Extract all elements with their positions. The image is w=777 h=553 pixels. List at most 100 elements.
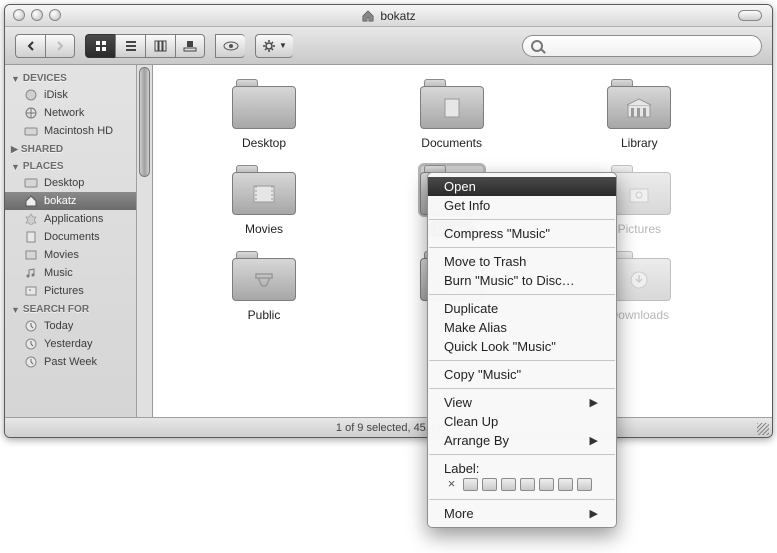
menu-separator [429, 294, 615, 295]
sidebar-item-desktop[interactable]: Desktop [5, 174, 136, 192]
sidebar-item-music[interactable]: Music [5, 264, 136, 282]
back-button[interactable] [15, 34, 45, 58]
sidebar-section-shared[interactable]: ▶SHARED [5, 140, 136, 157]
menu-item-view[interactable]: View▶ [428, 393, 616, 412]
forward-button[interactable] [45, 34, 75, 58]
submenu-arrow-icon: ▶ [590, 507, 598, 520]
clock-icon [23, 356, 38, 369]
menu-item-get-info[interactable]: Get Info [428, 196, 616, 215]
sidebar-section-places[interactable]: ▼PLACES [5, 157, 136, 174]
music-icon [23, 267, 38, 280]
downloads-icon [625, 267, 653, 293]
view-list-button[interactable] [115, 34, 145, 58]
window-body: ▼DEVICES iDisk Network Macintosh HD ▶SHA… [5, 65, 772, 417]
pictures-icon [23, 285, 38, 298]
chevron-right-icon [55, 41, 65, 51]
minimize-button[interactable] [31, 9, 43, 21]
quicklook-seg [215, 34, 245, 58]
idisk-icon [23, 89, 38, 102]
label-swatch-1[interactable] [463, 478, 478, 491]
disclosure-triangle-icon: ▼ [11, 74, 20, 84]
search-input[interactable] [549, 40, 753, 52]
search-field[interactable] [522, 35, 762, 57]
menu-separator [429, 219, 615, 220]
menu-item-move-to-trash[interactable]: Move to Trash [428, 252, 616, 271]
view-icon-button[interactable] [85, 34, 115, 58]
submenu-arrow-icon: ▶ [590, 434, 598, 447]
chevron-left-icon [26, 41, 36, 51]
movies-icon [23, 249, 38, 262]
folder-movies[interactable]: Movies [189, 165, 339, 237]
coverflow-view-icon [183, 40, 197, 52]
folder-desktop[interactable]: Desktop [189, 79, 339, 151]
menu-item-compress[interactable]: Compress "Music" [428, 224, 616, 243]
status-bar: 1 of 9 selected, 45.49 [5, 417, 772, 437]
sidebar-item-yesterday[interactable]: Yesterday [5, 335, 136, 353]
docs-icon [23, 231, 38, 244]
label-swatch-7[interactable] [577, 478, 592, 491]
library-icon [625, 95, 653, 121]
gear-icon [262, 39, 276, 53]
sidebar: ▼DEVICES iDisk Network Macintosh HD ▶SHA… [5, 65, 137, 417]
menu-item-arrange-by[interactable]: Arrange By▶ [428, 431, 616, 450]
folder-documents[interactable]: Documents [377, 79, 527, 151]
nav-back-forward [15, 34, 75, 58]
label-swatch-4[interactable] [520, 478, 535, 491]
label-clear[interactable]: × [444, 478, 459, 491]
apps-icon [23, 213, 38, 226]
menu-item-burn[interactable]: Burn "Music" to Disc… [428, 271, 616, 290]
folder-library[interactable]: Library [564, 79, 714, 151]
toolbar: ▼ [5, 27, 772, 65]
menu-label-header: Label: [428, 459, 616, 476]
hdd-icon [23, 125, 38, 138]
sidebar-item-network[interactable]: Network [5, 104, 136, 122]
menu-item-make-alias[interactable]: Make Alias [428, 318, 616, 337]
label-swatch-6[interactable] [558, 478, 573, 491]
view-coverflow-button[interactable] [175, 34, 205, 58]
menu-separator [429, 247, 615, 248]
label-swatch-3[interactable] [501, 478, 516, 491]
menu-item-more[interactable]: More▶ [428, 504, 616, 523]
status-text: 1 of 9 selected, 45.49 [336, 422, 441, 434]
network-icon [23, 107, 38, 120]
sidebar-item-movies[interactable]: Movies [5, 246, 136, 264]
context-menu: Open Get Info Compress "Music" Move to T… [427, 172, 617, 528]
home-icon [361, 10, 375, 22]
sidebar-section-search[interactable]: ▼SEARCH FOR [5, 300, 136, 317]
scrollbar-track[interactable] [137, 179, 152, 417]
menu-item-open[interactable]: Open [428, 177, 616, 196]
folder-public[interactable]: Public [189, 251, 339, 323]
sidebar-section-devices[interactable]: ▼DEVICES [5, 69, 136, 86]
menu-item-clean-up[interactable]: Clean Up [428, 412, 616, 431]
sidebar-item-bokatz[interactable]: bokatz [5, 192, 136, 210]
home-icon [23, 195, 38, 208]
zoom-button[interactable] [49, 9, 61, 21]
toolbar-toggle-button[interactable] [738, 10, 762, 21]
scrollbar-thumb[interactable] [139, 67, 150, 177]
sidebar-item-applications[interactable]: Applications [5, 210, 136, 228]
sidebar-item-macintosh-hd[interactable]: Macintosh HD [5, 122, 136, 140]
list-view-icon [125, 40, 137, 52]
menu-item-copy[interactable]: Copy "Music" [428, 365, 616, 384]
label-swatch-5[interactable] [539, 478, 554, 491]
chevron-down-icon: ▼ [279, 41, 287, 50]
sidebar-item-pictures[interactable]: Pictures [5, 282, 136, 300]
view-column-button[interactable] [145, 34, 175, 58]
menu-item-quick-look[interactable]: Quick Look "Music" [428, 337, 616, 356]
close-button[interactable] [13, 9, 25, 21]
action-menu-button[interactable]: ▼ [255, 34, 293, 58]
menu-separator [429, 360, 615, 361]
sidebar-item-idisk[interactable]: iDisk [5, 86, 136, 104]
sidebar-item-past-week[interactable]: Past Week [5, 353, 136, 371]
resize-handle[interactable] [757, 423, 769, 435]
disclosure-triangle-icon: ▼ [11, 305, 20, 315]
sidebar-scrollbar[interactable] [137, 65, 153, 417]
label-swatch-2[interactable] [482, 478, 497, 491]
sidebar-item-today[interactable]: Today [5, 317, 136, 335]
sidebar-item-documents[interactable]: Documents [5, 228, 136, 246]
submenu-arrow-icon: ▶ [590, 396, 598, 409]
quicklook-button[interactable] [215, 34, 245, 58]
menu-item-duplicate[interactable]: Duplicate [428, 299, 616, 318]
finder-window: bokatz [4, 4, 773, 438]
disclosure-triangle-icon: ▼ [11, 162, 20, 172]
